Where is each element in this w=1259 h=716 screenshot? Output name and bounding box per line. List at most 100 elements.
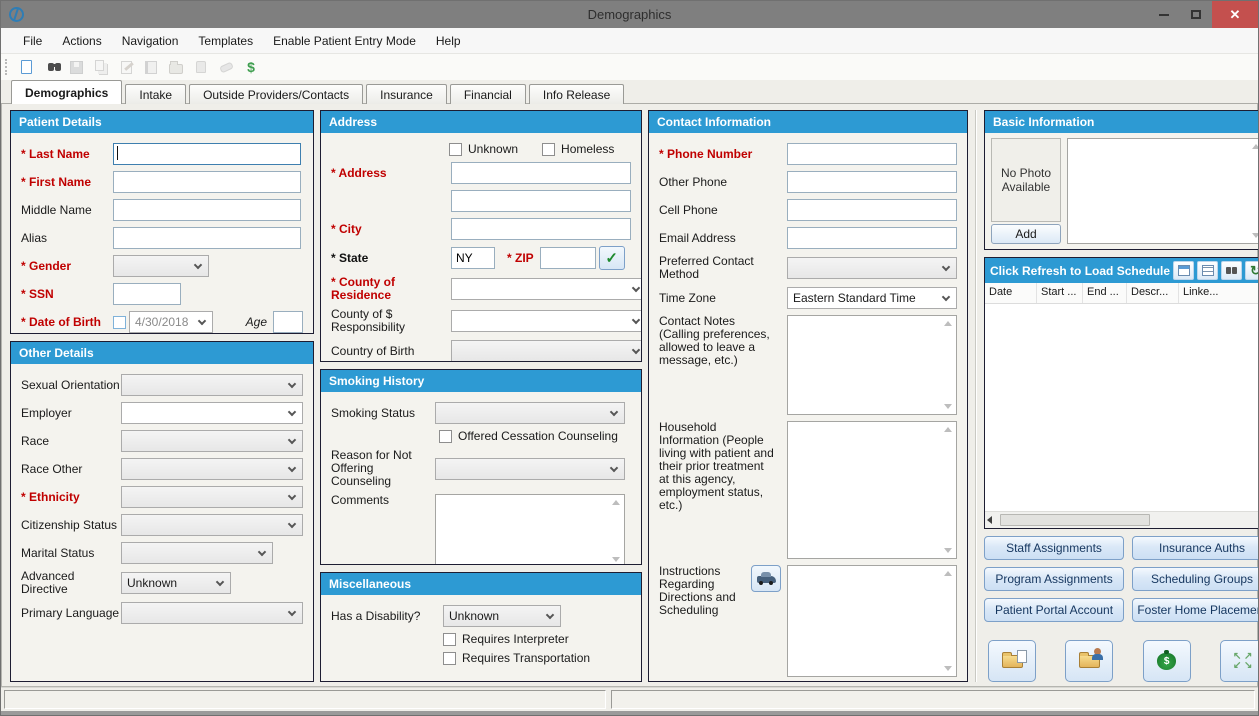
column-end[interactable]: End ... bbox=[1083, 283, 1127, 303]
sync-button[interactable]: ↖ ↗ ↙ ↘ bbox=[1220, 640, 1258, 682]
column-linked[interactable]: Linke... bbox=[1179, 283, 1258, 303]
vertical-splitter[interactable] bbox=[975, 110, 977, 682]
smoking-status-select[interactable] bbox=[435, 402, 625, 424]
billing-dollar-icon[interactable]: $ bbox=[242, 58, 260, 76]
comments-textarea[interactable] bbox=[435, 494, 625, 564]
tab-financial[interactable]: Financial bbox=[449, 84, 526, 104]
other-phone-input[interactable] bbox=[787, 171, 957, 193]
minimize-button[interactable] bbox=[1148, 1, 1180, 28]
citizenship-status-select[interactable] bbox=[121, 514, 303, 536]
has-a-disability-select[interactable]: Unknown bbox=[443, 605, 561, 627]
state-input[interactable] bbox=[451, 247, 495, 269]
scroll-up-icon[interactable] bbox=[612, 500, 620, 505]
column-start[interactable]: Start ... bbox=[1037, 283, 1083, 303]
menu-actions[interactable]: Actions bbox=[52, 34, 111, 48]
zip-verify-button[interactable] bbox=[598, 246, 625, 270]
ssn-input[interactable] bbox=[113, 283, 181, 305]
scroll-down-icon[interactable] bbox=[944, 666, 952, 671]
marital-status-select[interactable] bbox=[121, 542, 273, 564]
documents-folder-button[interactable] bbox=[988, 640, 1036, 682]
zip-input[interactable] bbox=[539, 247, 596, 269]
column-date[interactable]: Date bbox=[985, 283, 1037, 303]
scroll-down-icon[interactable] bbox=[612, 557, 620, 562]
primary-language-select[interactable] bbox=[121, 602, 303, 624]
address-unknown-checkbox[interactable] bbox=[449, 143, 462, 156]
advanced-directive-select[interactable]: Unknown bbox=[121, 572, 231, 594]
schedule-horizontal-scrollbar[interactable] bbox=[985, 511, 1258, 528]
homeless-checkbox[interactable] bbox=[542, 143, 556, 156]
county-of-responsibility-select[interactable] bbox=[451, 310, 641, 332]
scheduling-groups-button[interactable]: Scheduling Groups bbox=[1132, 567, 1258, 591]
menu-help[interactable]: Help bbox=[426, 34, 471, 48]
program-assignments-button[interactable]: Program Assignments bbox=[984, 567, 1125, 591]
race-other-select[interactable] bbox=[121, 458, 303, 480]
race-select[interactable] bbox=[121, 430, 303, 452]
tab-insurance[interactable]: Insurance bbox=[366, 84, 447, 104]
directions-button[interactable] bbox=[751, 565, 781, 592]
alias-input[interactable] bbox=[113, 227, 301, 249]
scroll-up-icon[interactable] bbox=[1252, 144, 1258, 149]
column-description[interactable]: Descr... bbox=[1127, 283, 1179, 303]
find-binoculars-icon[interactable] bbox=[42, 58, 60, 76]
cell-phone-input[interactable] bbox=[787, 199, 957, 221]
maximize-button[interactable] bbox=[1180, 1, 1212, 28]
household-information-textarea[interactable] bbox=[787, 421, 957, 559]
dob-date-picker[interactable]: 4/30/2018 bbox=[129, 311, 213, 333]
requires-interpreter-checkbox[interactable] bbox=[443, 633, 456, 646]
menu-enable-patient-entry-mode[interactable]: Enable Patient Entry Mode bbox=[263, 34, 426, 48]
dob-checkbox[interactable] bbox=[113, 315, 126, 329]
requires-transportation-checkbox[interactable] bbox=[443, 652, 456, 665]
tab-demographics[interactable]: Demographics bbox=[11, 80, 123, 104]
scroll-down-icon[interactable] bbox=[944, 404, 952, 409]
country-of-birth-select[interactable] bbox=[451, 340, 641, 361]
middle-name-input[interactable] bbox=[113, 199, 301, 221]
patient-portal-account-button[interactable]: Patient Portal Account bbox=[984, 598, 1125, 622]
menu-file[interactable]: File bbox=[13, 34, 52, 48]
tab-intake[interactable]: Intake bbox=[125, 84, 187, 104]
schedule-refresh-button[interactable] bbox=[1245, 261, 1258, 280]
contact-notes-textarea[interactable] bbox=[787, 315, 957, 415]
offered-cessation-counseling-checkbox[interactable] bbox=[439, 430, 452, 443]
email-address-input[interactable] bbox=[787, 227, 957, 249]
schedule-list-button[interactable] bbox=[1197, 261, 1219, 280]
scroll-left-icon[interactable] bbox=[987, 516, 992, 524]
scroll-up-icon[interactable] bbox=[944, 571, 952, 576]
phone-number-input[interactable] bbox=[787, 143, 957, 165]
staff-assignments-button[interactable]: Staff Assignments bbox=[984, 536, 1125, 560]
scroll-up-icon[interactable] bbox=[944, 427, 952, 432]
schedule-calendar-button[interactable] bbox=[1173, 261, 1195, 280]
city-input[interactable] bbox=[451, 218, 631, 240]
gender-select[interactable] bbox=[113, 255, 209, 277]
tab-outside-providers-contacts[interactable]: Outside Providers/Contacts bbox=[189, 84, 364, 104]
menu-navigation[interactable]: Navigation bbox=[112, 34, 189, 48]
close-button[interactable] bbox=[1212, 1, 1258, 28]
tab-info-release[interactable]: Info Release bbox=[528, 84, 625, 104]
menu-templates[interactable]: Templates bbox=[188, 34, 263, 48]
scroll-up-icon[interactable] bbox=[944, 321, 952, 326]
reason-not-offering-select[interactable] bbox=[435, 457, 625, 480]
foster-home-placement-button[interactable]: Foster Home Placement bbox=[1132, 598, 1258, 622]
employer-select[interactable] bbox=[121, 402, 303, 424]
scroll-down-icon[interactable] bbox=[944, 548, 952, 553]
patient-photo-placeholder: No Photo Available bbox=[991, 138, 1061, 222]
insurance-auths-button[interactable]: Insurance Auths bbox=[1132, 536, 1258, 560]
ethnicity-select[interactable] bbox=[121, 486, 303, 508]
scrollbar-thumb[interactable] bbox=[1000, 514, 1150, 526]
county-of-residence-select[interactable] bbox=[451, 278, 641, 300]
address-line2-input[interactable] bbox=[451, 190, 631, 212]
last-name-input[interactable] bbox=[113, 143, 301, 165]
schedule-find-button[interactable] bbox=[1221, 261, 1243, 280]
patient-folder-button[interactable] bbox=[1065, 640, 1114, 682]
add-photo-button[interactable]: Add bbox=[991, 224, 1061, 244]
sexual-orientation-select[interactable] bbox=[121, 374, 303, 396]
first-name-input[interactable] bbox=[113, 171, 301, 193]
scroll-down-icon[interactable] bbox=[1252, 233, 1258, 238]
new-document-icon[interactable] bbox=[17, 58, 35, 76]
instructions-textarea[interactable] bbox=[787, 565, 957, 677]
basic-information-textarea[interactable] bbox=[1067, 138, 1258, 244]
preferred-contact-method-select[interactable] bbox=[787, 257, 957, 279]
address-line1-input[interactable] bbox=[451, 162, 631, 184]
time-zone-select[interactable]: Eastern Standard Time bbox=[787, 287, 957, 309]
financial-button[interactable] bbox=[1142, 640, 1191, 682]
age-input[interactable] bbox=[273, 311, 303, 333]
